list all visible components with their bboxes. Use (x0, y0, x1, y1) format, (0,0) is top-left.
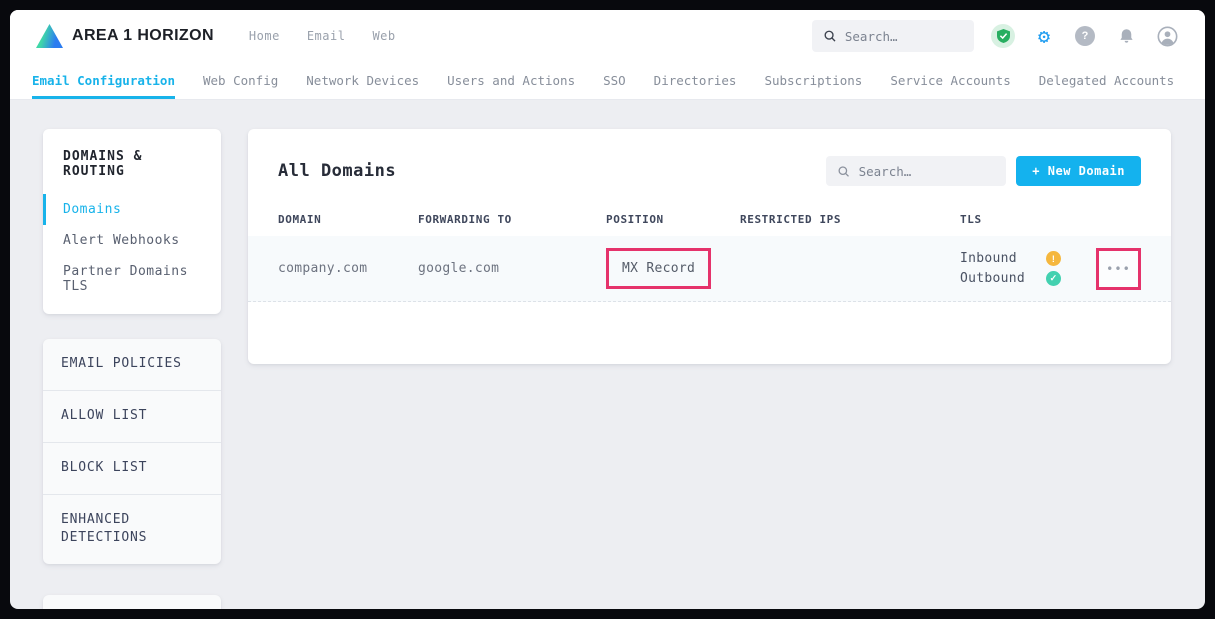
top-bar-right: ⚙ ? (812, 20, 1179, 52)
security-status-button[interactable] (991, 24, 1015, 48)
tab-directories[interactable]: Directories (654, 62, 737, 99)
account-button[interactable] (1155, 24, 1179, 48)
brand-name: AREA 1 HORIZON (72, 27, 214, 45)
annotation-box-position: MX Record (606, 248, 711, 289)
page-title: All Domains (278, 161, 396, 181)
panel-actions: + New Domain (826, 156, 1141, 186)
help-button[interactable]: ? (1073, 24, 1097, 48)
warning-icon: ! (1046, 251, 1061, 266)
cell-actions: ••• (1085, 248, 1141, 290)
sidebar-item-partner-domains-tls[interactable]: Partner Domains TLS (43, 256, 221, 302)
tab-web-config[interactable]: Web Config (203, 62, 278, 99)
search-icon (824, 29, 836, 43)
policies-card: EMAIL POLICIES ALLOW LIST BLOCK LIST ENH… (43, 339, 221, 564)
user-avatar-icon (1157, 26, 1178, 47)
tab-email-configuration[interactable]: Email Configuration (32, 62, 175, 99)
tls-outbound-label: Outbound (960, 271, 1046, 286)
table-row: company.com google.com MX Record Inbound… (248, 236, 1171, 302)
sidebar-item-domains[interactable]: Domains (43, 194, 221, 225)
top-bar: AREA 1 HORIZON Home Email Web (10, 10, 1205, 62)
annotation-box-actions: ••• (1096, 248, 1141, 290)
settings-button[interactable]: ⚙ (1032, 24, 1056, 48)
app-window: AREA 1 HORIZON Home Email Web (10, 10, 1205, 609)
new-domain-button[interactable]: + New Domain (1016, 156, 1141, 186)
brand-logo[interactable]: AREA 1 HORIZON (36, 24, 214, 48)
gear-icon: ⚙ (1038, 26, 1050, 46)
nav-item-home[interactable]: Home (249, 29, 280, 43)
tab-users-and-actions[interactable]: Users and Actions (447, 62, 575, 99)
global-search (812, 20, 974, 52)
tab-network-devices[interactable]: Network Devices (306, 62, 419, 99)
notifications-button[interactable] (1114, 24, 1138, 48)
cell-position: MX Record (606, 248, 740, 289)
tab-delegated-accounts[interactable]: Delegated Accounts (1039, 62, 1174, 99)
domains-routing-title: DOMAINS & ROUTING (43, 149, 221, 179)
sidebar-section-enhanced-detections[interactable]: ENHANCED DETECTIONS (43, 494, 221, 565)
content-area: DOMAINS & ROUTING Domains Alert Webhooks… (10, 100, 1205, 609)
column-header-restricted-ips: RESTRICTED IPS (740, 213, 960, 226)
nav-item-email[interactable]: Email (307, 29, 346, 43)
area1-triangle-icon (36, 24, 63, 48)
row-actions-menu-icon[interactable]: ••• (1106, 262, 1131, 276)
column-header-forwarding-to: FORWARDING TO (418, 213, 606, 226)
check-icon: ✓ (1046, 271, 1061, 286)
column-header-position: POSITION (606, 213, 740, 226)
sidebar-section-allow-list[interactable]: ALLOW LIST (43, 390, 221, 442)
sidebar-section-block-list[interactable]: BLOCK LIST (43, 442, 221, 494)
column-header-domain: DOMAIN (278, 213, 418, 226)
bell-icon (1118, 27, 1135, 45)
global-search-input[interactable] (845, 29, 962, 44)
shield-check-icon (991, 24, 1015, 48)
domains-search (826, 156, 1006, 186)
cell-tls: Inbound ! Outbound ✓ (960, 251, 1085, 286)
tls-inbound-row: Inbound ! (960, 251, 1085, 266)
question-mark-icon: ? (1075, 26, 1095, 46)
column-header-actions (1085, 213, 1141, 226)
panel-header: All Domains + New Domain (248, 129, 1171, 207)
sidebar-section-retract-settings[interactable]: RETRACT SETTINGS (43, 595, 221, 609)
tls-outbound-row: Outbound ✓ (960, 271, 1085, 286)
tab-sso[interactable]: SSO (603, 62, 626, 99)
cell-domain: company.com (278, 261, 418, 276)
primary-nav: Home Email Web (249, 29, 396, 43)
nav-item-web[interactable]: Web (372, 29, 395, 43)
cell-forwarding-to: google.com (418, 261, 606, 276)
tab-subscriptions[interactable]: Subscriptions (764, 62, 862, 99)
domains-routing-card: DOMAINS & ROUTING Domains Alert Webhooks… (43, 129, 221, 314)
config-tabs: Email Configuration Web Config Network D… (10, 62, 1205, 100)
table-header-row: DOMAIN FORWARDING TO POSITION RESTRICTED… (248, 207, 1171, 236)
column-header-tls: TLS (960, 213, 1085, 226)
sidebar: DOMAINS & ROUTING Domains Alert Webhooks… (43, 129, 221, 609)
all-domains-panel: All Domains + New Domain DOMAIN FORWARDI… (248, 129, 1171, 364)
sidebar-section-email-policies[interactable]: EMAIL POLICIES (43, 339, 221, 390)
domains-search-input[interactable] (859, 164, 995, 179)
search-icon (838, 165, 849, 178)
sidebar-item-alert-webhooks[interactable]: Alert Webhooks (43, 225, 221, 256)
tls-inbound-label: Inbound (960, 251, 1046, 266)
tab-service-accounts[interactable]: Service Accounts (890, 62, 1010, 99)
retract-card: RETRACT SETTINGS (43, 595, 221, 609)
